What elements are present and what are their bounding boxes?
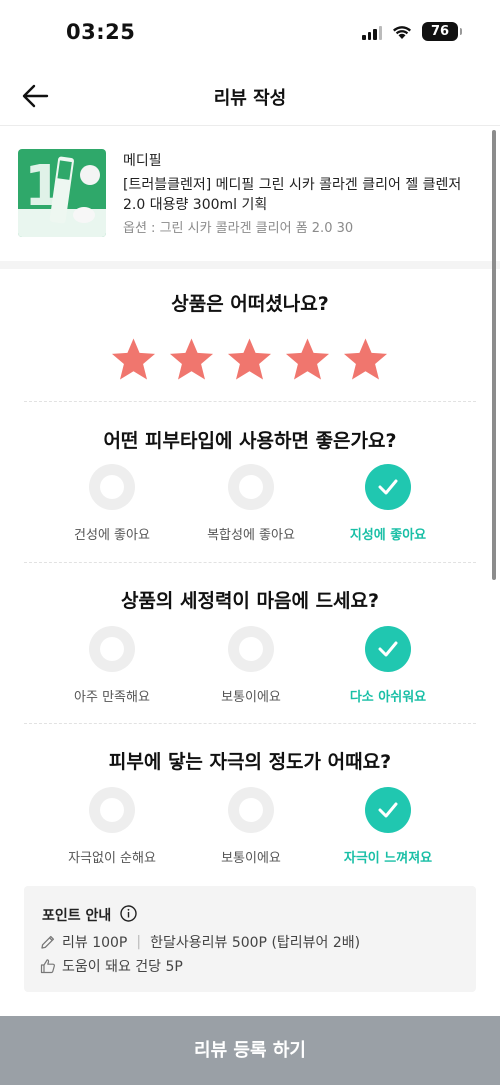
checkmark-icon[interactable] bbox=[365, 626, 411, 672]
radio-unselected-icon[interactable] bbox=[228, 464, 274, 510]
star-icon[interactable] bbox=[168, 337, 215, 382]
submit-review-button[interactable]: 리뷰 등록 하기 bbox=[0, 1016, 500, 1085]
star-icon[interactable] bbox=[342, 337, 389, 382]
cleansing-option[interactable]: 아주 만족해요 bbox=[42, 626, 182, 705]
irritation-option[interactable]: 보통이에요 bbox=[181, 787, 321, 866]
star-icon[interactable] bbox=[110, 337, 157, 382]
dashed-divider bbox=[24, 723, 476, 724]
points-month-review: 한달사용리뷰 500P (탑리뷰어 2배) bbox=[150, 935, 361, 951]
header: 리뷰 작성 bbox=[0, 66, 500, 126]
star-icon[interactable] bbox=[284, 337, 331, 382]
option-label: 건성에 좋아요 bbox=[74, 528, 150, 543]
radio-unselected-icon[interactable] bbox=[89, 626, 135, 672]
wifi-icon bbox=[393, 25, 411, 39]
cleansing-option[interactable]: 보통이에요 bbox=[181, 626, 321, 705]
points-helpful: 도움이 돼요 건당 5P bbox=[62, 959, 183, 975]
radio-unselected-icon[interactable] bbox=[89, 787, 135, 833]
status-bar: 03:25 76 bbox=[0, 0, 500, 66]
points-line-helpful: 도움이 돼요 건당 5P bbox=[40, 956, 183, 976]
status-time: 03:25 bbox=[66, 20, 136, 44]
product-brand: 메디필 bbox=[123, 153, 162, 169]
section-divider bbox=[0, 261, 500, 269]
dashed-divider bbox=[24, 401, 476, 402]
star-icon[interactable] bbox=[226, 337, 273, 382]
status-icons: 76 bbox=[362, 22, 462, 41]
signal-icon bbox=[362, 24, 382, 40]
option-label: 복합성에 좋아요 bbox=[207, 528, 295, 543]
skin-type-option[interactable]: 건성에 좋아요 bbox=[42, 464, 182, 543]
option-label: 지성에 좋아요 bbox=[349, 528, 427, 543]
separator: | bbox=[136, 934, 142, 950]
option-label: 보통이에요 bbox=[221, 690, 281, 705]
star-rating[interactable] bbox=[110, 337, 389, 382]
page-title: 리뷰 작성 bbox=[213, 88, 287, 109]
points-line-review: 리뷰 100P | 한달사용리뷰 500P (탑리뷰어 2배) bbox=[40, 932, 360, 952]
checkmark-icon[interactable] bbox=[365, 787, 411, 833]
irritation-option[interactable]: 자극이 느껴져요 bbox=[318, 787, 458, 866]
pencil-icon bbox=[41, 935, 55, 949]
battery-level: 76 bbox=[430, 24, 450, 39]
dashed-divider bbox=[24, 562, 476, 563]
skin-type-option[interactable]: 지성에 좋아요 bbox=[318, 464, 458, 543]
option-label: 아주 만족해요 bbox=[74, 690, 150, 705]
radio-unselected-icon[interactable] bbox=[228, 787, 274, 833]
scrollbar[interactable] bbox=[492, 130, 496, 580]
product-option: 옵션 : 그린 시카 콜라겐 클리어 폼 2.0 30 bbox=[123, 221, 354, 236]
points-title: 포인트 안내 bbox=[42, 908, 112, 924]
product-name: [트러블클렌저] 메디필 그린 시카 콜라겐 클리어 젤 클렌저 2.0 대용량… bbox=[123, 177, 462, 213]
points-review: 리뷰 100P bbox=[62, 935, 128, 951]
radio-unselected-icon[interactable] bbox=[228, 626, 274, 672]
product-thumbnail: 1 bbox=[18, 149, 106, 237]
skin-type-option[interactable]: 복합성에 좋아요 bbox=[181, 464, 321, 543]
option-label: 다소 아쉬워요 bbox=[349, 690, 427, 705]
radio-unselected-icon[interactable] bbox=[89, 464, 135, 510]
option-label: 자극이 느껴져요 bbox=[343, 851, 433, 866]
checkmark-icon[interactable] bbox=[365, 464, 411, 510]
info-icon[interactable] bbox=[120, 905, 137, 922]
rating-question: 상품은 어떠셨나요? bbox=[171, 293, 329, 315]
thumbs-up-icon bbox=[40, 959, 55, 974]
skin-type-question: 어떤 피부타입에 사용하면 좋은가요? bbox=[103, 430, 397, 452]
points-info-box: 포인트 안내 리뷰 100P | 한달사용리뷰 500P (탑리뷰어 2배) 도움이… bbox=[24, 886, 476, 992]
option-label: 보통이에요 bbox=[221, 851, 281, 866]
cleansing-question: 상품의 세정력이 마음에 드세요? bbox=[120, 590, 380, 612]
irritation-option[interactable]: 자극없이 순해요 bbox=[42, 787, 182, 866]
irritation-question: 피부에 닿는 자극의 정도가 어때요? bbox=[108, 751, 392, 773]
product-summary: 1 메디필 [트러블클렌저] 메디필 그린 시카 콜라겐 클리어 젤 클렌저 2… bbox=[0, 127, 500, 261]
battery-icon: 76 bbox=[422, 22, 462, 41]
cleansing-option[interactable]: 다소 아쉬워요 bbox=[318, 626, 458, 705]
option-label: 자극없이 순해요 bbox=[68, 851, 156, 866]
